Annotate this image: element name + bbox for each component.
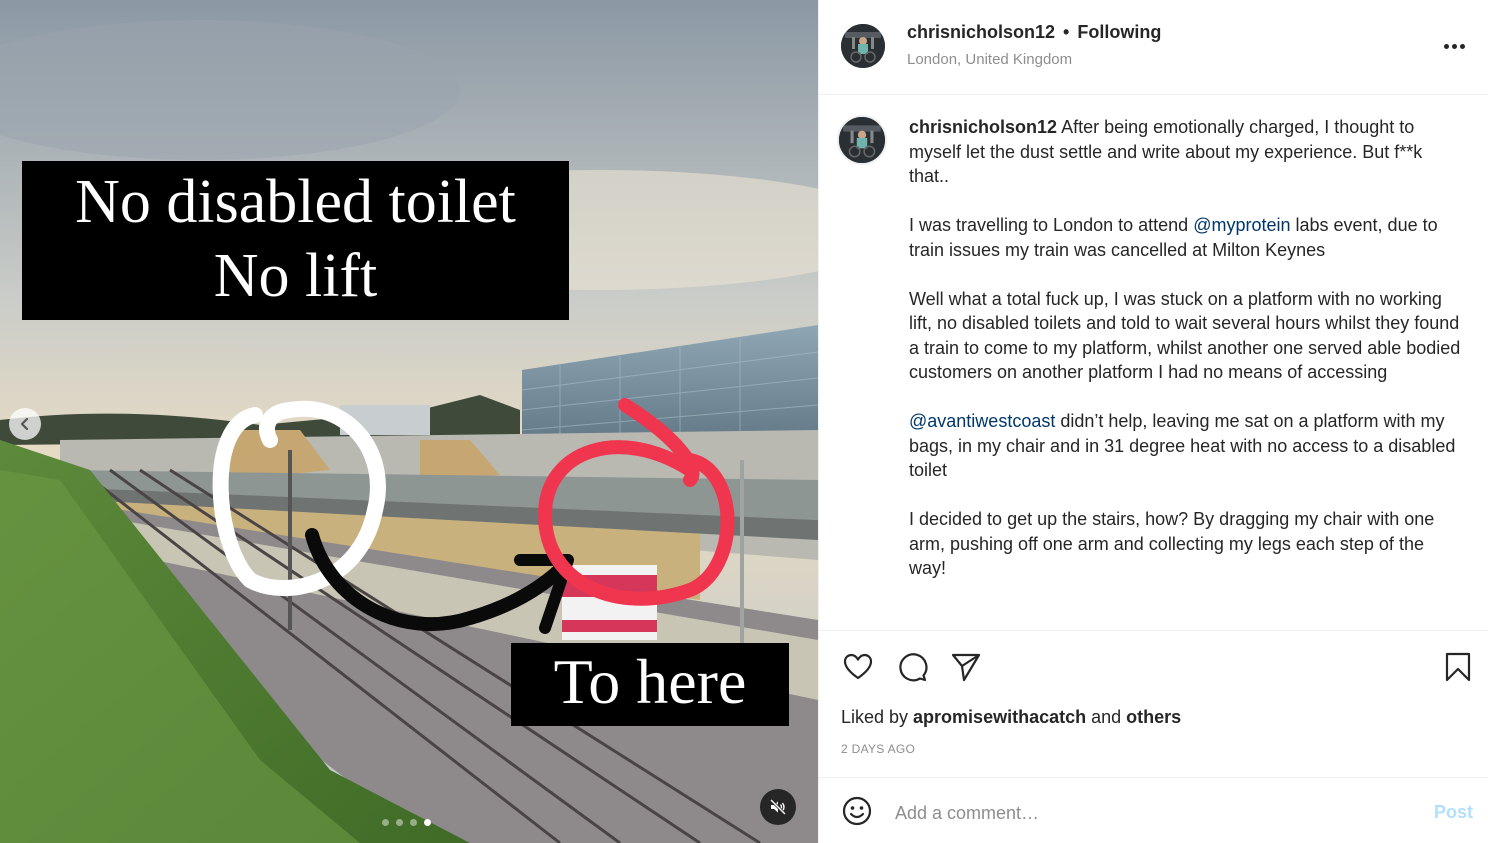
mention-link[interactable]: @avantiwestcoast [909,411,1055,431]
paper-plane-icon [951,653,981,682]
overlay-text-no-toilet: No disabled toilet No lift [22,161,569,320]
overlay-text-to-here: To here [511,643,789,726]
following-button[interactable]: Following [1077,22,1161,43]
caption-paragraph: I was travelling to London to attend @my… [909,213,1464,262]
share-button[interactable] [949,650,983,684]
post-comment-button[interactable]: Post [1434,802,1473,823]
caption-author-avatar[interactable] [837,115,887,165]
post-actions: Liked by apromisewithacatch and others 2… [819,630,1488,778]
post-location[interactable]: London, United Kingdom [907,51,1072,68]
liked-by-line: Liked by apromisewithacatch and others [841,707,1181,728]
carousel-prev-button[interactable] [9,408,41,440]
heart-icon [843,653,873,680]
avatar-photo [839,117,885,163]
caption-paragraph: @avantiwestcoast didn’t help, leaving me… [909,409,1464,483]
like-button[interactable] [841,650,875,684]
more-horizontal-icon [1443,43,1449,49]
emoji-smiley-icon [842,796,872,826]
post-caption: chrisnicholson12 After being emotionally… [909,115,1464,605]
comment-input[interactable] [895,796,1395,830]
carousel-dot [410,819,417,826]
emoji-button[interactable] [841,795,875,829]
caption-paragraph: Well what a total fuck up, I was stuck o… [909,288,1461,383]
bookmark-icon [1445,652,1471,682]
carousel-dot-active [424,819,431,826]
comment-button[interactable] [895,650,929,684]
author-avatar[interactable] [841,24,885,68]
caption-text: I was travelling to London to attend [909,215,1194,235]
avatar-photo [841,24,885,68]
chevron-left-icon [20,417,29,431]
liked-by-label: and [1086,707,1127,727]
author-line: chrisnicholson12 • Following [907,22,1161,43]
liked-by-others-link[interactable]: others [1126,707,1181,727]
carousel-dot [382,819,389,826]
muted-speaker-icon [769,798,787,816]
more-horizontal-icon [1451,43,1457,49]
comment-bubble-icon [899,653,928,682]
overlay-line-1: No disabled toilet [75,168,516,236]
more-options-button[interactable] [1439,36,1469,56]
author-username[interactable]: chrisnicholson12 [907,22,1055,43]
carousel-indicator [382,819,431,826]
more-horizontal-icon [1459,43,1465,49]
mention-link[interactable]: @myprotein [1193,215,1290,235]
post-header: chrisnicholson12 • Following London, Uni… [819,0,1488,95]
post-side-panel: chrisnicholson12 • Following London, Uni… [818,0,1488,843]
caption-paragraph: chrisnicholson12 After being emotionally… [909,115,1464,189]
mute-toggle-button[interactable] [760,789,796,825]
save-button[interactable] [1441,650,1475,684]
post-media[interactable]: No disabled toilet No lift To here [0,0,818,843]
post-timestamp[interactable]: 2 DAYS AGO [841,742,915,756]
carousel-dot [396,819,403,826]
add-comment-bar: Post [819,778,1488,843]
separator-dot: • [1063,22,1070,42]
overlay-line-2: No lift [213,242,378,310]
comments-section[interactable]: chrisnicholson12 After being emotionally… [819,95,1488,630]
liked-by-label: Liked by [841,707,914,727]
caption-paragraph: I decided to get up the stairs, how? By … [909,509,1435,578]
liked-by-user-link[interactable]: apromisewithacatch [913,707,1086,727]
caption-username[interactable]: chrisnicholson12 [909,117,1057,137]
